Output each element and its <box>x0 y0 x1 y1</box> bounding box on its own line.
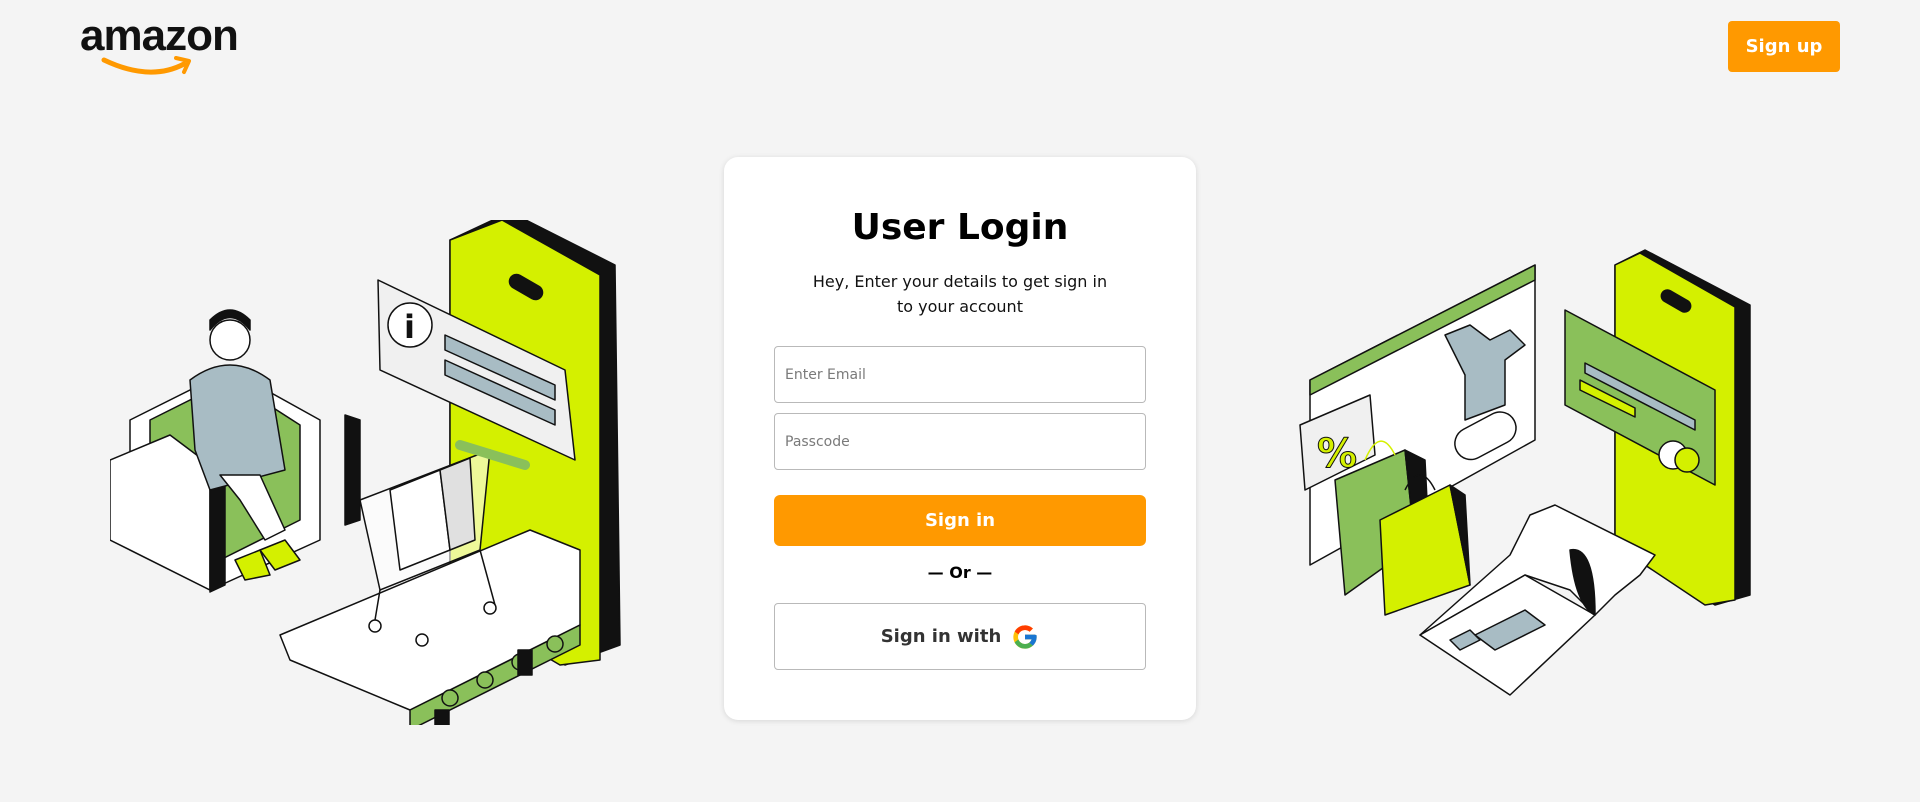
amazon-smile-icon <box>101 56 191 75</box>
signup-button[interactable]: Sign up <box>1728 21 1840 72</box>
google-signin-label: Sign in with <box>880 626 1002 647</box>
signin-button[interactable]: Sign in <box>774 495 1146 546</box>
google-signin-button[interactable]: Sign in with <box>774 603 1146 670</box>
amazon-logo[interactable]: amazon <box>80 14 245 75</box>
google-icon <box>1013 624 1037 649</box>
svg-text:i: i <box>404 308 415 346</box>
shopping-illustration-left: i <box>110 220 621 725</box>
svg-text:%: % <box>1317 431 1357 477</box>
login-card: User Login Hey, Enter your details to ge… <box>724 157 1196 720</box>
or-divider: — Or — <box>927 563 993 582</box>
email-field[interactable] <box>774 346 1146 403</box>
shopping-illustration-right: % <box>1299 249 1751 696</box>
passcode-field[interactable] <box>774 413 1146 470</box>
page-title: User Login <box>851 207 1069 248</box>
login-subtitle: Hey, Enter your details to get sign in t… <box>812 272 1108 316</box>
